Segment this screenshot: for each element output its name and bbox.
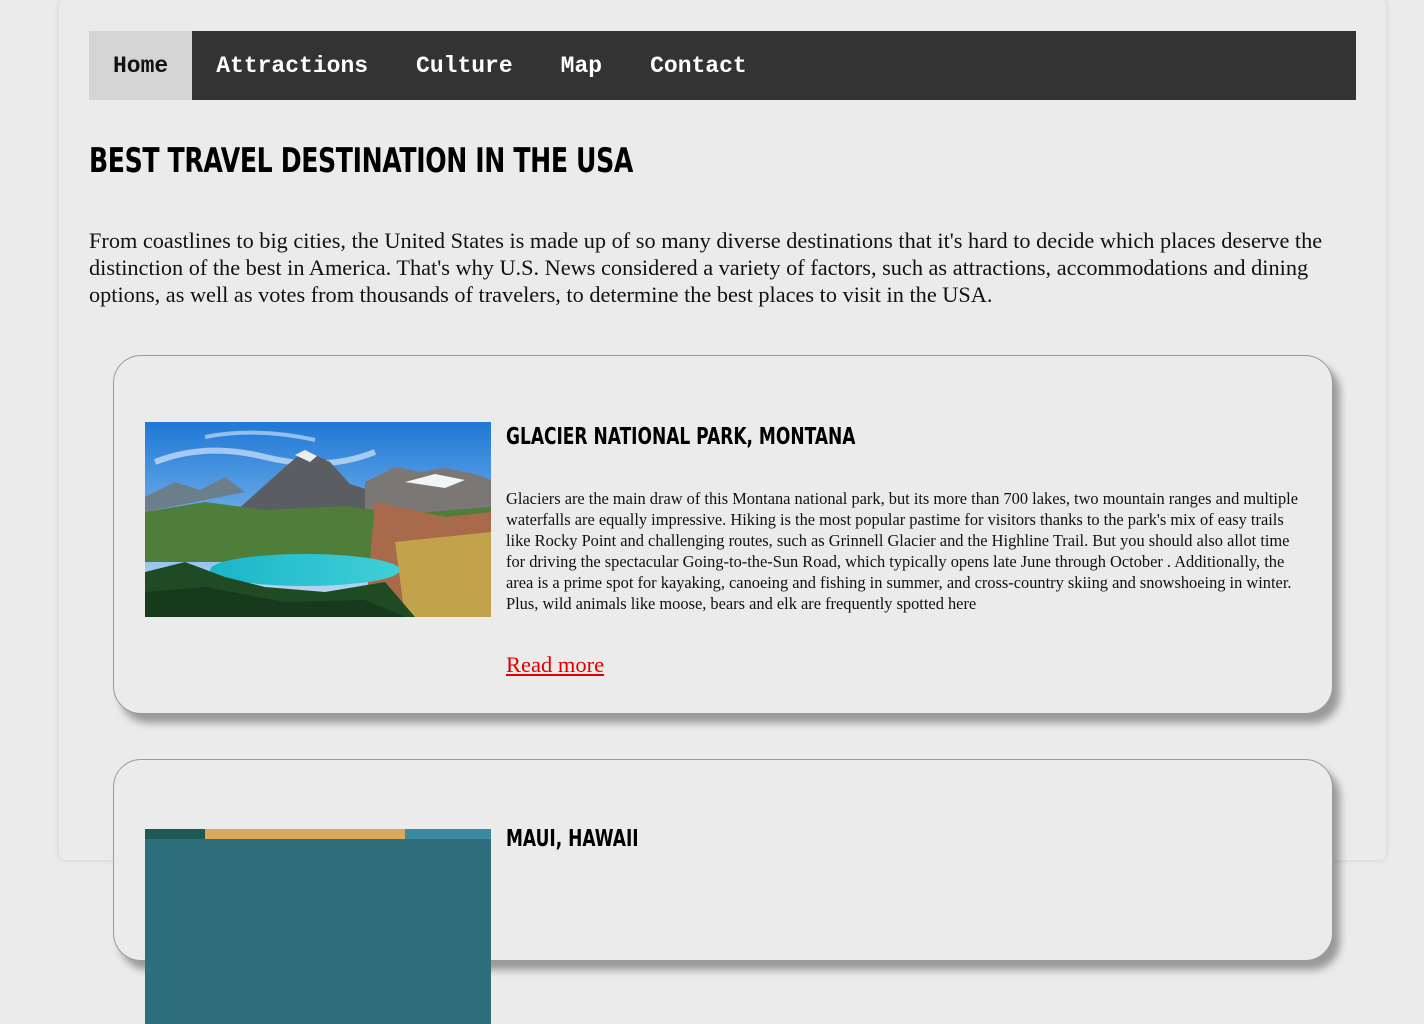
intro-paragraph: From coastlines to big cities, the Unite…: [89, 228, 1323, 307]
nav-map[interactable]: Map: [537, 31, 626, 100]
nav-contact[interactable]: Contact: [626, 31, 771, 100]
destination-description: Glaciers are the main draw of this Monta…: [506, 489, 1299, 613]
destination-title: Glacier National Park, Montana: [506, 424, 856, 450]
read-more-link[interactable]: Read more: [506, 652, 604, 678]
destination-card: Maui, Hawaii: [113, 759, 1333, 1024]
page-title: Best Travel Destination in the USA: [89, 141, 633, 181]
maui-image: [145, 829, 491, 1024]
glacier-park-image: [145, 422, 491, 617]
main-navbar: Home Attractions Culture Map Contact: [89, 31, 1356, 100]
nav-culture[interactable]: Culture: [392, 31, 537, 100]
destination-title: Maui, Hawaii: [506, 826, 639, 852]
nav-home[interactable]: Home: [89, 31, 193, 100]
nav-attractions[interactable]: Attractions: [192, 31, 392, 100]
destination-card: Glacier National Park, Montana Glaciers …: [113, 355, 1333, 714]
